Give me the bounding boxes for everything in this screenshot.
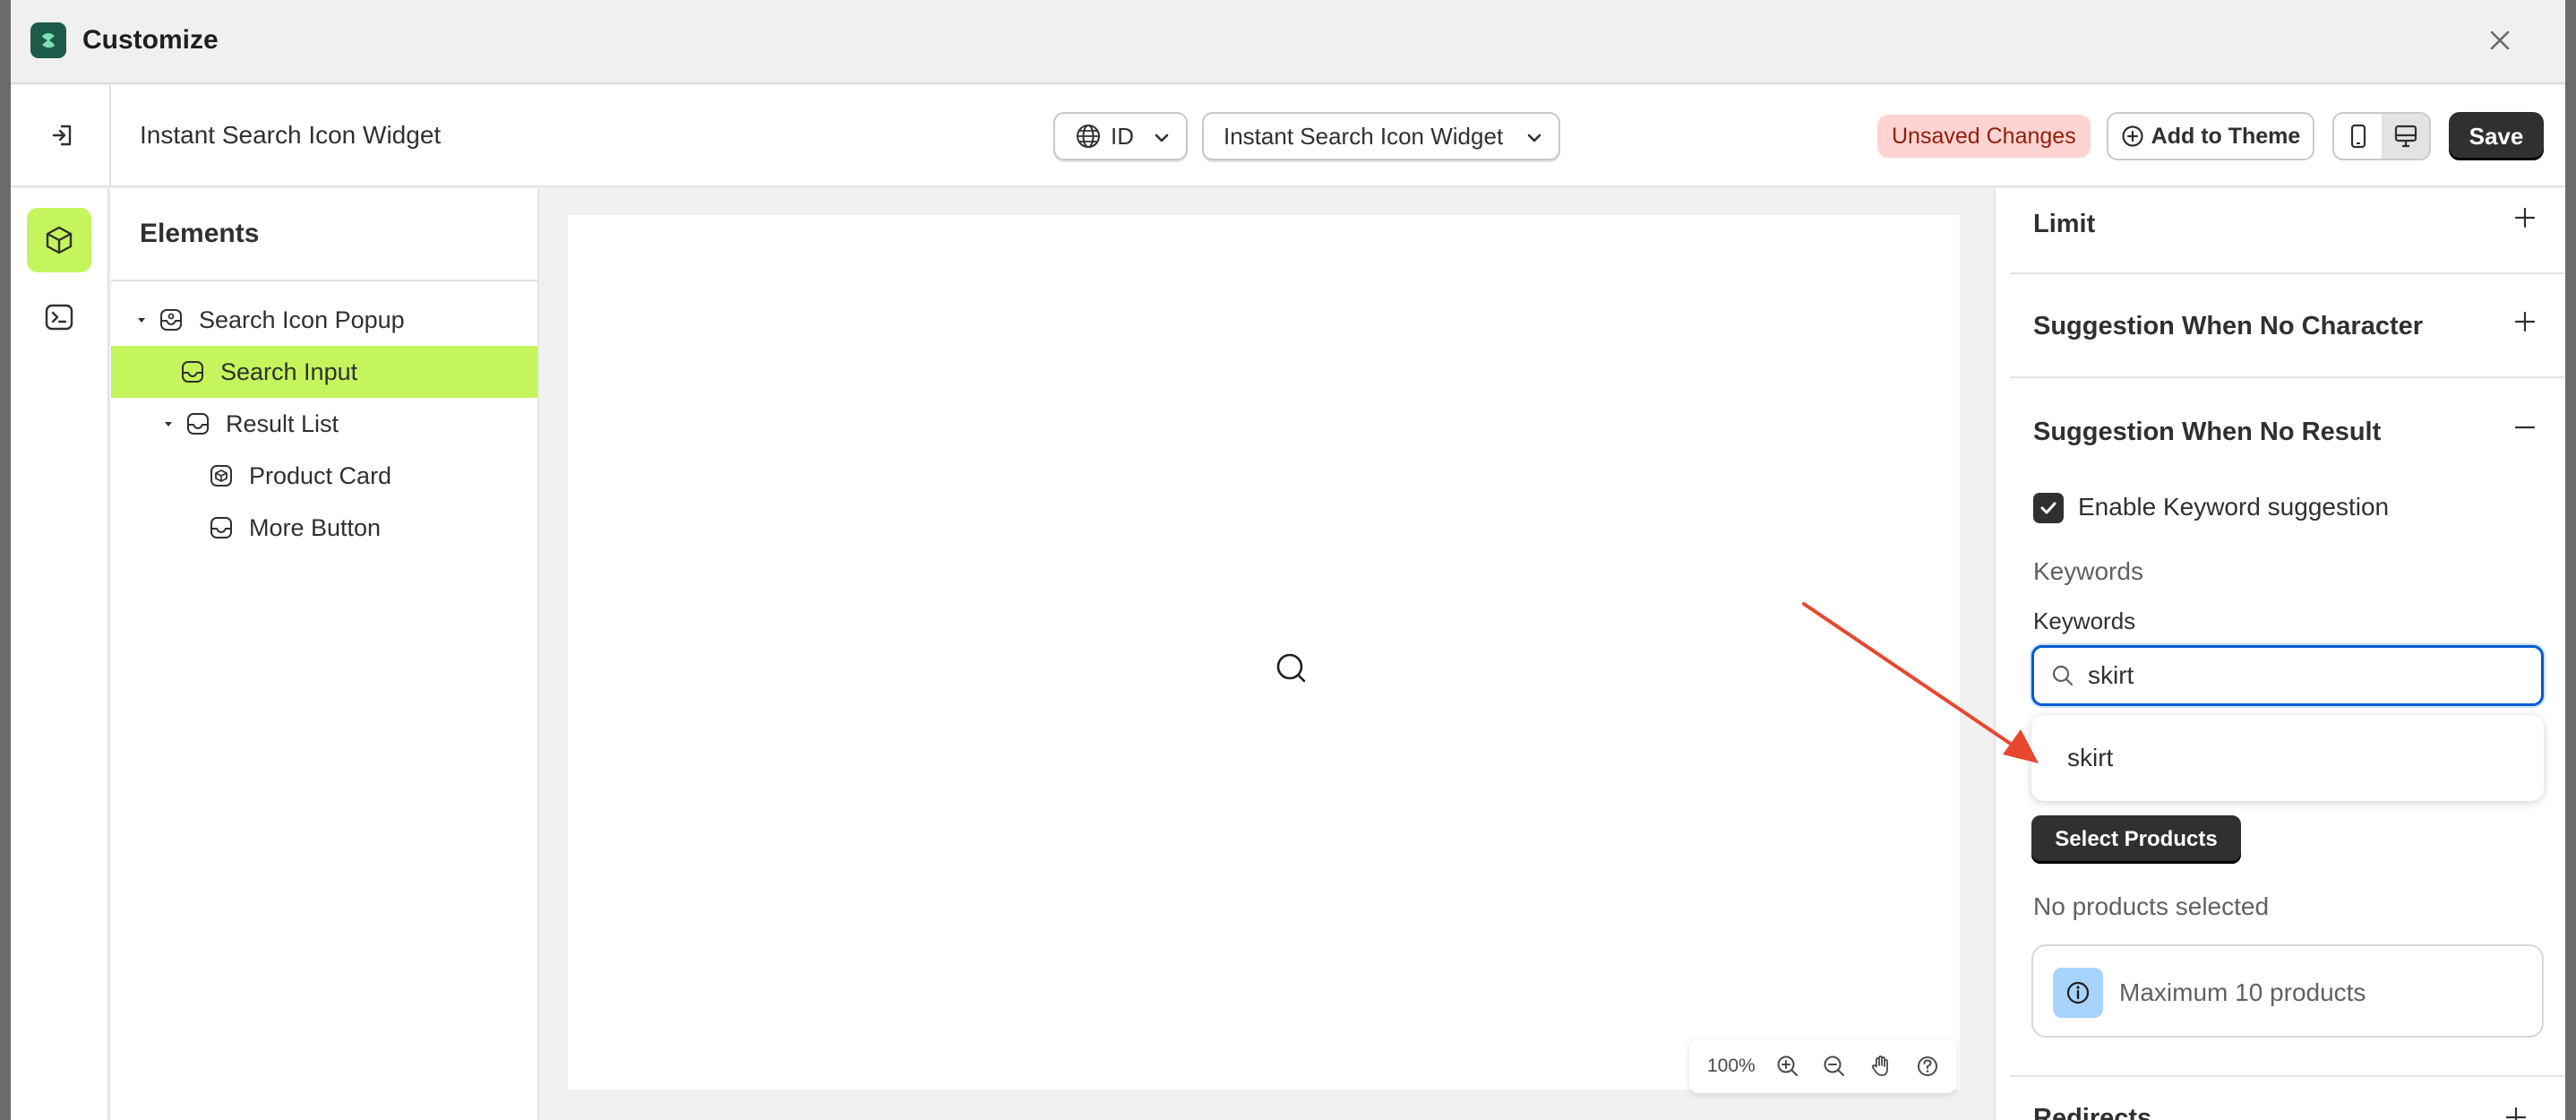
customize-modal: Customize Instant Search Icon Widget ID … [11, 0, 2565, 1120]
plus-circle-icon [2121, 125, 2144, 148]
tree-item-search-input[interactable]: Search Input [111, 346, 537, 398]
section-title-no-result: Suggestion When No Result [2033, 418, 2382, 446]
select-products-button[interactable]: Select Products [2031, 815, 2241, 864]
inbox-icon [206, 513, 236, 543]
info-icon [2053, 968, 2103, 1018]
mobile-icon[interactable] [2334, 114, 2382, 159]
zoom-in-icon[interactable] [1765, 1043, 1811, 1090]
tree-label: Result List [226, 409, 339, 437]
keywords-search-field[interactable] [2031, 645, 2544, 706]
window-title: Customize [82, 25, 219, 55]
tree-label: Search Input [220, 358, 358, 385]
add-to-theme-label: Add to Theme [2151, 123, 2301, 149]
app-logo-icon [30, 22, 66, 58]
plus-icon[interactable] [2513, 310, 2537, 338]
tree-label: Product Card [249, 461, 392, 489]
keywords-field-label: Keywords [2033, 607, 2136, 634]
minus-icon[interactable] [2513, 416, 2537, 444]
search-icon[interactable] [1274, 650, 1309, 691]
toolbar-divider [109, 85, 111, 187]
save-button[interactable]: Save [2449, 112, 2544, 160]
canvas-area: 100% [541, 188, 1992, 1120]
preview-canvas: 100% [568, 215, 1960, 1093]
dropdown-option-skirt[interactable]: skirt [2067, 744, 2113, 772]
tree-item-more-button[interactable]: More Button [111, 502, 537, 554]
cube-icon[interactable] [27, 208, 91, 272]
elements-title: Elements [111, 188, 537, 281]
info-banner: Maximum 10 products [2031, 944, 2544, 1038]
close-icon[interactable] [2479, 20, 2520, 61]
tree-label: More Button [249, 513, 382, 541]
inbox-icon [183, 409, 213, 439]
section-title-redirects[interactable]: Redirects [2033, 1104, 2151, 1120]
widget-select-value: Instant Search Icon Widget [1224, 122, 1504, 150]
enable-keyword-checkbox[interactable] [2033, 493, 2064, 523]
caret-down-icon[interactable] [159, 418, 177, 429]
inbox-icon [177, 357, 208, 387]
section-title-limit: Limit [2033, 210, 2096, 238]
language-select[interactable]: ID [1053, 112, 1188, 160]
tree-item-search-icon-popup[interactable]: Search Icon Popup [111, 294, 537, 346]
title-bar: Customize [11, 0, 2565, 84]
chevron-down-icon [1524, 126, 1544, 154]
keywords-heading: Keywords [2033, 557, 2143, 585]
tree-item-result-list[interactable]: Result List [111, 398, 537, 450]
enable-keyword-label[interactable]: Enable Keyword suggestion [2078, 493, 2389, 521]
section-divider [2010, 1075, 2565, 1077]
info-text: Maximum 10 products [2119, 978, 2366, 1006]
add-to-theme-button[interactable]: Add to Theme [2107, 112, 2314, 160]
section-no-character[interactable]: Suggestion When No Character [2010, 274, 2565, 378]
no-products-text: No products selected [2033, 892, 2270, 920]
zoom-level: 100% [1707, 1055, 1756, 1076]
chevron-down-icon [1152, 126, 1172, 154]
product-card-icon [206, 461, 236, 491]
plus-icon[interactable] [2504, 1106, 2528, 1120]
tree-item-product-card[interactable]: Product Card [111, 450, 537, 502]
tree-label: Search Icon Popup [199, 306, 405, 333]
view-toggle [2332, 112, 2431, 160]
keywords-input[interactable] [2088, 661, 2518, 690]
settings-panel: Limit Suggestion When No Character Sugge… [1994, 188, 2565, 1120]
zoom-toolbar: 100% [1689, 1039, 1956, 1093]
help-icon[interactable] [1904, 1043, 1951, 1090]
section-no-result[interactable]: Suggestion When No Result [2010, 378, 2565, 477]
globe-icon [1075, 123, 1102, 150]
plus-icon[interactable] [2513, 206, 2537, 234]
exit-icon[interactable] [43, 116, 82, 155]
popup-icon [156, 305, 186, 335]
elements-panel: Elements Search Icon Popup Search Input … [111, 188, 539, 1120]
hand-icon[interactable] [1858, 1043, 1904, 1090]
section-limit[interactable]: Limit [2010, 188, 2565, 274]
section-title-no-character: Suggestion When No Character [2033, 312, 2424, 340]
widget-title: Instant Search Icon Widget [140, 121, 442, 149]
terminal-icon[interactable] [27, 285, 91, 349]
left-rail [11, 188, 109, 1120]
widget-select[interactable]: Instant Search Icon Widget [1202, 112, 1560, 160]
search-icon [2050, 663, 2075, 688]
zoom-out-icon[interactable] [1811, 1043, 1858, 1090]
desktop-icon[interactable] [2382, 114, 2429, 159]
toolbar: Instant Search Icon Widget ID Instant Se… [11, 85, 2565, 187]
keyword-suggestion-dropdown: skirt [2031, 715, 2544, 801]
unsaved-changes-badge: Unsaved Changes [1877, 115, 2091, 158]
language-value: ID [1111, 122, 1134, 150]
caret-down-icon[interactable] [133, 314, 150, 325]
